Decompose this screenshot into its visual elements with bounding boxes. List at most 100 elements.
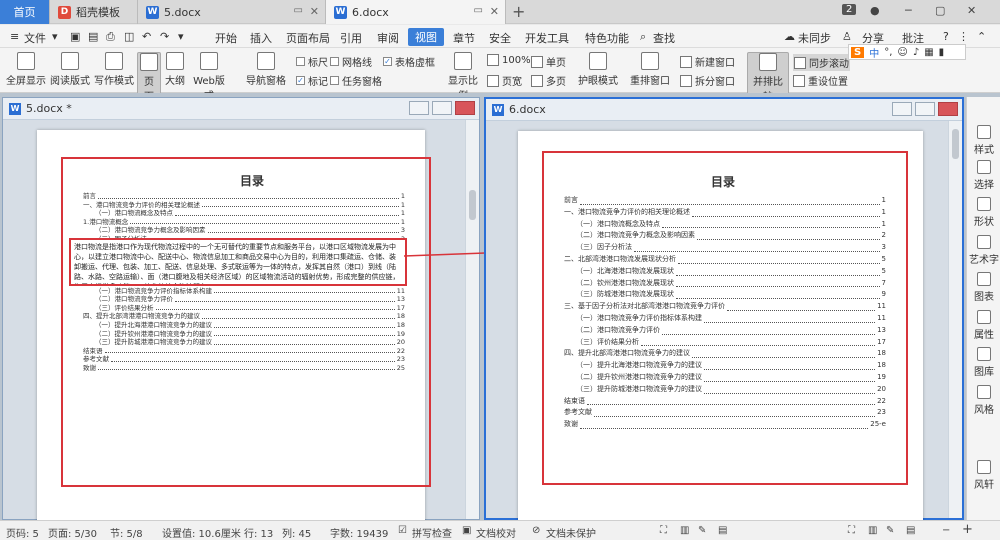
window-count-badge[interactable]: 2 (842, 4, 857, 15)
status-page-number[interactable]: 页码: 5 (6, 525, 39, 540)
status-page-count[interactable]: 页面: 5/30 (48, 525, 97, 540)
toc-row[interactable]: （三）提升防城港港口物流竞争力的建议 20 (83, 338, 405, 347)
tab-5-docx[interactable]: W 5.docx ▭ ✕ (138, 0, 326, 24)
toc-row[interactable]: （一）港口物流竞争力评价指标体系构建 11 (564, 313, 886, 325)
single-page-button[interactable]: 单页 (531, 54, 566, 69)
fullscreen-button[interactable]: 全屏显示 (6, 52, 46, 87)
toc-row[interactable]: 结束语 22 (83, 347, 405, 356)
status-proofread[interactable]: 文档校对 (476, 525, 516, 540)
menu-icon[interactable]: ≡ (10, 30, 19, 43)
read-layout-button[interactable]: 阅读版式 (50, 52, 90, 87)
toc-row[interactable]: （一）提升北海港港口物流竞争力的建议 18 (83, 321, 405, 330)
toc-row[interactable]: 前言 1 (564, 195, 886, 207)
fit-icon-right[interactable]: ⛶ (848, 525, 855, 536)
sync-status[interactable]: 未同步 (798, 30, 831, 46)
sync-scroll-button[interactable]: 同步滚动 (793, 54, 850, 71)
table-border-checkbox[interactable]: ✓ 表格虚框 (383, 54, 435, 69)
toc-row[interactable]: 一、港口物流竞争力评价的相关理论概述 1 (564, 207, 886, 219)
toc-row[interactable]: 参考文献 23 (83, 355, 405, 364)
cloud-icon[interactable]: ☁ (784, 30, 795, 43)
chevron-down-icon[interactable]: ▾ (178, 30, 184, 43)
menu-file[interactable]: 文件 (24, 30, 46, 46)
read-icon[interactable]: ▤ (718, 525, 727, 536)
status-protect[interactable]: 文档未保护 (546, 525, 596, 540)
toc-row[interactable]: （二）提升钦州港港口物流竞争力的建议 19 (83, 330, 405, 339)
toc-row[interactable]: （二）港口物流竞争力概念及影响因素 2 (564, 230, 886, 242)
tab-home[interactable]: 首页 (0, 0, 50, 24)
user-avatar-icon[interactable]: ● (870, 4, 880, 17)
toc-row[interactable]: 二、北部湾港港口物流发展现状分析 5 (564, 254, 886, 266)
panel-shape-button[interactable]: 形状 (967, 197, 1000, 228)
tab-docer[interactable]: D 稻壳模板 (50, 0, 138, 24)
menu-insert[interactable]: 插入 (250, 30, 272, 46)
toc-row[interactable]: （一）北海港港口物流发展现状 5 (564, 266, 886, 278)
toc-row[interactable]: （一）港口物流概念及特点 1 (564, 219, 886, 231)
collapse-ribbon-icon[interactable]: ⌃ (977, 30, 986, 43)
layout-icon[interactable]: ▥ (680, 525, 689, 536)
new-tab-plus-icon[interactable]: + (512, 2, 525, 21)
panel-select-button[interactable]: 选择 (967, 160, 1000, 191)
toc-row[interactable]: （一）提升北海港港口物流竞争力的建议 18 (564, 360, 886, 372)
open-icon[interactable]: ▤ (88, 30, 98, 43)
redo-icon[interactable]: ↷ (160, 30, 169, 43)
split-window-button[interactable]: 拆分窗口 (680, 73, 735, 88)
window-close-icon[interactable]: ✕ (967, 4, 976, 17)
panel-chart-button[interactable]: 图表 (967, 272, 1000, 303)
help-icon[interactable]: ? (943, 30, 949, 43)
minimize-icon[interactable]: ─ (905, 4, 912, 17)
monitor-icon[interactable]: ▭ (474, 5, 483, 16)
scrollbar-right[interactable] (948, 121, 962, 518)
zoom-in-icon[interactable]: + (962, 522, 973, 537)
save-icon[interactable]: ▣ (70, 30, 80, 43)
toc-row[interactable]: 结束语 22 (564, 396, 886, 408)
zoom-100-button[interactable]: 100% (487, 54, 531, 66)
status-spell-check[interactable]: 拼写检查 (412, 525, 452, 540)
edit-icon-right[interactable]: ✎ (886, 525, 894, 536)
toc-row[interactable]: （二）港口物流竞争力概念及影响因素 3 (83, 226, 405, 235)
toc-row[interactable]: 致谢 25 (83, 364, 405, 373)
search-icon[interactable]: ⌕ (640, 30, 646, 44)
menu-chapter[interactable]: 章节 (453, 30, 475, 46)
edit-icon[interactable]: ✎ (698, 525, 706, 536)
menu-dev-tools[interactable]: 开发工具 (525, 30, 569, 46)
rearrange-window-button[interactable]: 重排窗口 (628, 52, 672, 87)
menu-review[interactable]: 审阅 (377, 30, 399, 46)
toc-row[interactable]: 参考文献 23 (564, 407, 886, 419)
toc-row[interactable]: （三）提升防城港港口物流竞争力的建议 20 (564, 384, 886, 396)
fit-icon[interactable]: ⛶ (660, 525, 667, 536)
panel-properties-button[interactable]: 属性 (967, 310, 1000, 341)
nav-pane-button[interactable]: 导航窗格 (243, 52, 289, 87)
more-icon[interactable]: ⋮ (958, 30, 969, 43)
menu-start[interactable]: 开始 (215, 30, 237, 46)
layout-icon-right[interactable]: ▥ (868, 525, 877, 536)
ime-toolbar[interactable]: S 中 °, ☺ ♪ ▦ ▮ (848, 44, 966, 60)
panel-wordart-button[interactable]: 艺术字 (967, 235, 1000, 266)
close-icon[interactable]: ✕ (490, 5, 499, 18)
panel-gallery-button[interactable]: 图库 (967, 347, 1000, 378)
scroll-thumb[interactable] (952, 129, 959, 159)
toc-row[interactable]: （一）港口物流概念及特点 1 (83, 209, 405, 218)
gridlines-checkbox[interactable]: 网格线 (330, 54, 372, 69)
toc-row[interactable]: （三）评价结果分析 17 (564, 337, 886, 349)
collab-icon[interactable]: ♙ (842, 30, 852, 43)
toc-row[interactable]: （二）港口物流竞争力评价 13 (83, 295, 405, 304)
minimize-button[interactable] (409, 101, 429, 115)
menu-references[interactable]: 引用 (340, 30, 362, 46)
multi-page-button[interactable]: 多页 (531, 73, 566, 88)
restore-button[interactable] (915, 102, 935, 116)
toc-row[interactable]: （三）防城港港口物流发展现状 9 (564, 289, 886, 301)
menu-special[interactable]: 特色功能 (585, 30, 629, 46)
scroll-thumb[interactable] (469, 190, 476, 220)
panel-extra-button[interactable]: 风轩 (967, 460, 1000, 491)
menu-security[interactable]: 安全 (489, 30, 511, 46)
reset-position-button[interactable]: 重设位置 (793, 73, 848, 88)
toc-row[interactable]: （二）钦州港港口物流发展现状 7 (564, 278, 886, 290)
close-button[interactable] (938, 102, 958, 116)
new-window-button[interactable]: 新建窗口 (680, 54, 735, 69)
mark-checkbox[interactable]: ✓ 标记 (296, 73, 328, 88)
toc-row[interactable]: 四、提升北部湾港港口物流竞争力的建议 18 (83, 312, 405, 321)
close-icon[interactable]: ✕ (310, 5, 319, 18)
eye-mode-button[interactable]: 护眼模式 (578, 52, 618, 87)
monitor-icon[interactable]: ▭ (294, 5, 303, 16)
toc-row[interactable]: 一、港口物流竞争力评价的相关理论概述 1 (83, 201, 405, 210)
